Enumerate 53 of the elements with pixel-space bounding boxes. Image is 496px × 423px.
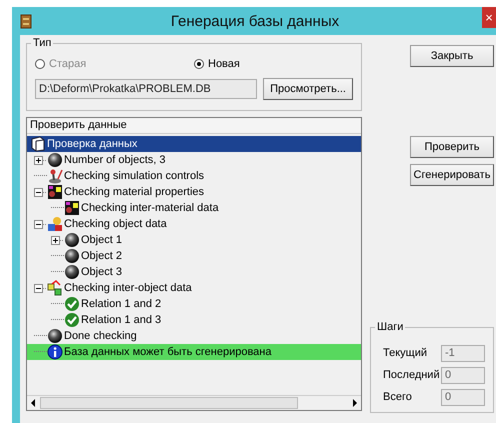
collapse-icon: [34, 188, 47, 196]
sphere-icon: [47, 152, 63, 168]
field-label: Всего: [383, 391, 413, 403]
collapse-icon: [34, 284, 47, 292]
sphere-icon: [47, 328, 63, 344]
info-icon: [47, 344, 63, 360]
field-label: Текущий: [383, 347, 428, 359]
tree-item[interactable]: База данных может быть сгенерирована: [27, 344, 361, 360]
browse-button[interactable]: Просмотреть...: [263, 78, 353, 100]
tree-item[interactable]: Object 2: [27, 248, 361, 264]
checkmark-icon: [64, 296, 80, 312]
sphere-icon: [64, 232, 80, 248]
step-field[interactable]: -1: [441, 344, 485, 362]
scroll-left-icon: [30, 399, 37, 407]
step-field[interactable]: 0: [441, 388, 485, 406]
tree-item[interactable]: Checking simulation controls: [27, 168, 361, 184]
material-icon: [64, 200, 80, 216]
close-dialog-button[interactable]: Закрыть: [410, 45, 494, 67]
material-icon: [47, 184, 63, 200]
path-field[interactable]: D:\Deform\Prokatka\PROBLEM.DB: [35, 79, 258, 99]
tree-item[interactable]: Object 3: [27, 264, 361, 280]
tree-item[interactable]: Relation 1 and 2: [27, 296, 361, 312]
column-header[interactable]: Проверить данные: [27, 118, 361, 134]
field-label: Последний: [383, 369, 441, 381]
tree-item[interactable]: Checking material properties: [27, 184, 361, 200]
joystick-icon: [47, 168, 63, 184]
tree-item[interactable]: Checking object data: [27, 216, 361, 232]
checkmark-icon: [64, 312, 80, 328]
objects-icon: [47, 216, 63, 232]
sphere-icon: [64, 248, 80, 264]
tree-item[interactable]: Проверка данных: [27, 136, 361, 152]
scrollbar-thumb[interactable]: [40, 397, 298, 409]
tree-item[interactable]: Object 1: [27, 232, 361, 248]
scroll-right-icon: [351, 399, 358, 407]
expand-icon: [34, 156, 47, 164]
step-field[interactable]: 0: [441, 366, 485, 384]
window-title: Генерация базы данных: [170, 12, 340, 30]
tree-item[interactable]: Number of objects, 3: [27, 152, 361, 168]
tree-item[interactable]: Checking inter-object data: [27, 280, 361, 296]
radio-button[interactable]: Новая: [194, 58, 353, 70]
sphere-icon: [64, 264, 80, 280]
relations-icon: [47, 280, 63, 296]
close-button[interactable]: ×: [482, 7, 496, 28]
tree-item[interactable]: Relation 1 and 3: [27, 312, 361, 328]
collapse-icon: [34, 220, 47, 228]
horizontal-scrollbar[interactable]: [27, 395, 361, 410]
book-icon: [30, 136, 46, 152]
tree-item[interactable]: Checking inter-material data: [27, 200, 361, 216]
tree-item[interactable]: Done checking: [27, 328, 361, 344]
cabinet-icon: [18, 13, 34, 29]
check-button[interactable]: Проверить: [410, 136, 494, 158]
generate-button[interactable]: Сгенерировать: [410, 164, 494, 186]
expand-icon: [51, 236, 64, 244]
